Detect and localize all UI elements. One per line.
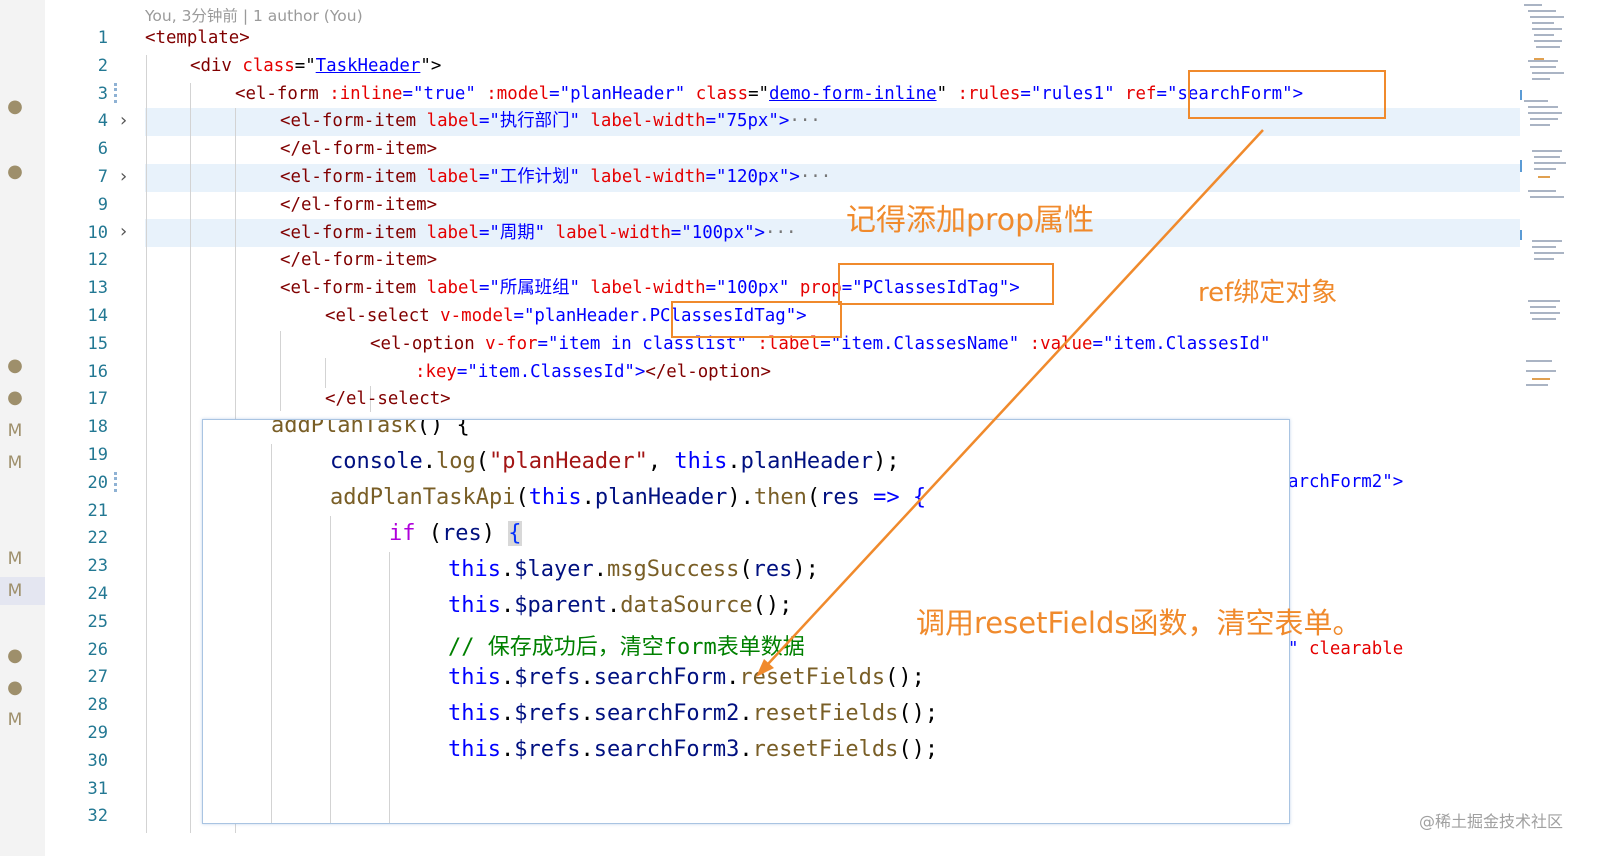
watermark: @稀土掘金技术社区 — [1418, 812, 1563, 831]
minimap[interactable] — [1518, 0, 1568, 410]
arrow-line — [767, 129, 1264, 665]
annotation-arrow — [756, 129, 1264, 677]
